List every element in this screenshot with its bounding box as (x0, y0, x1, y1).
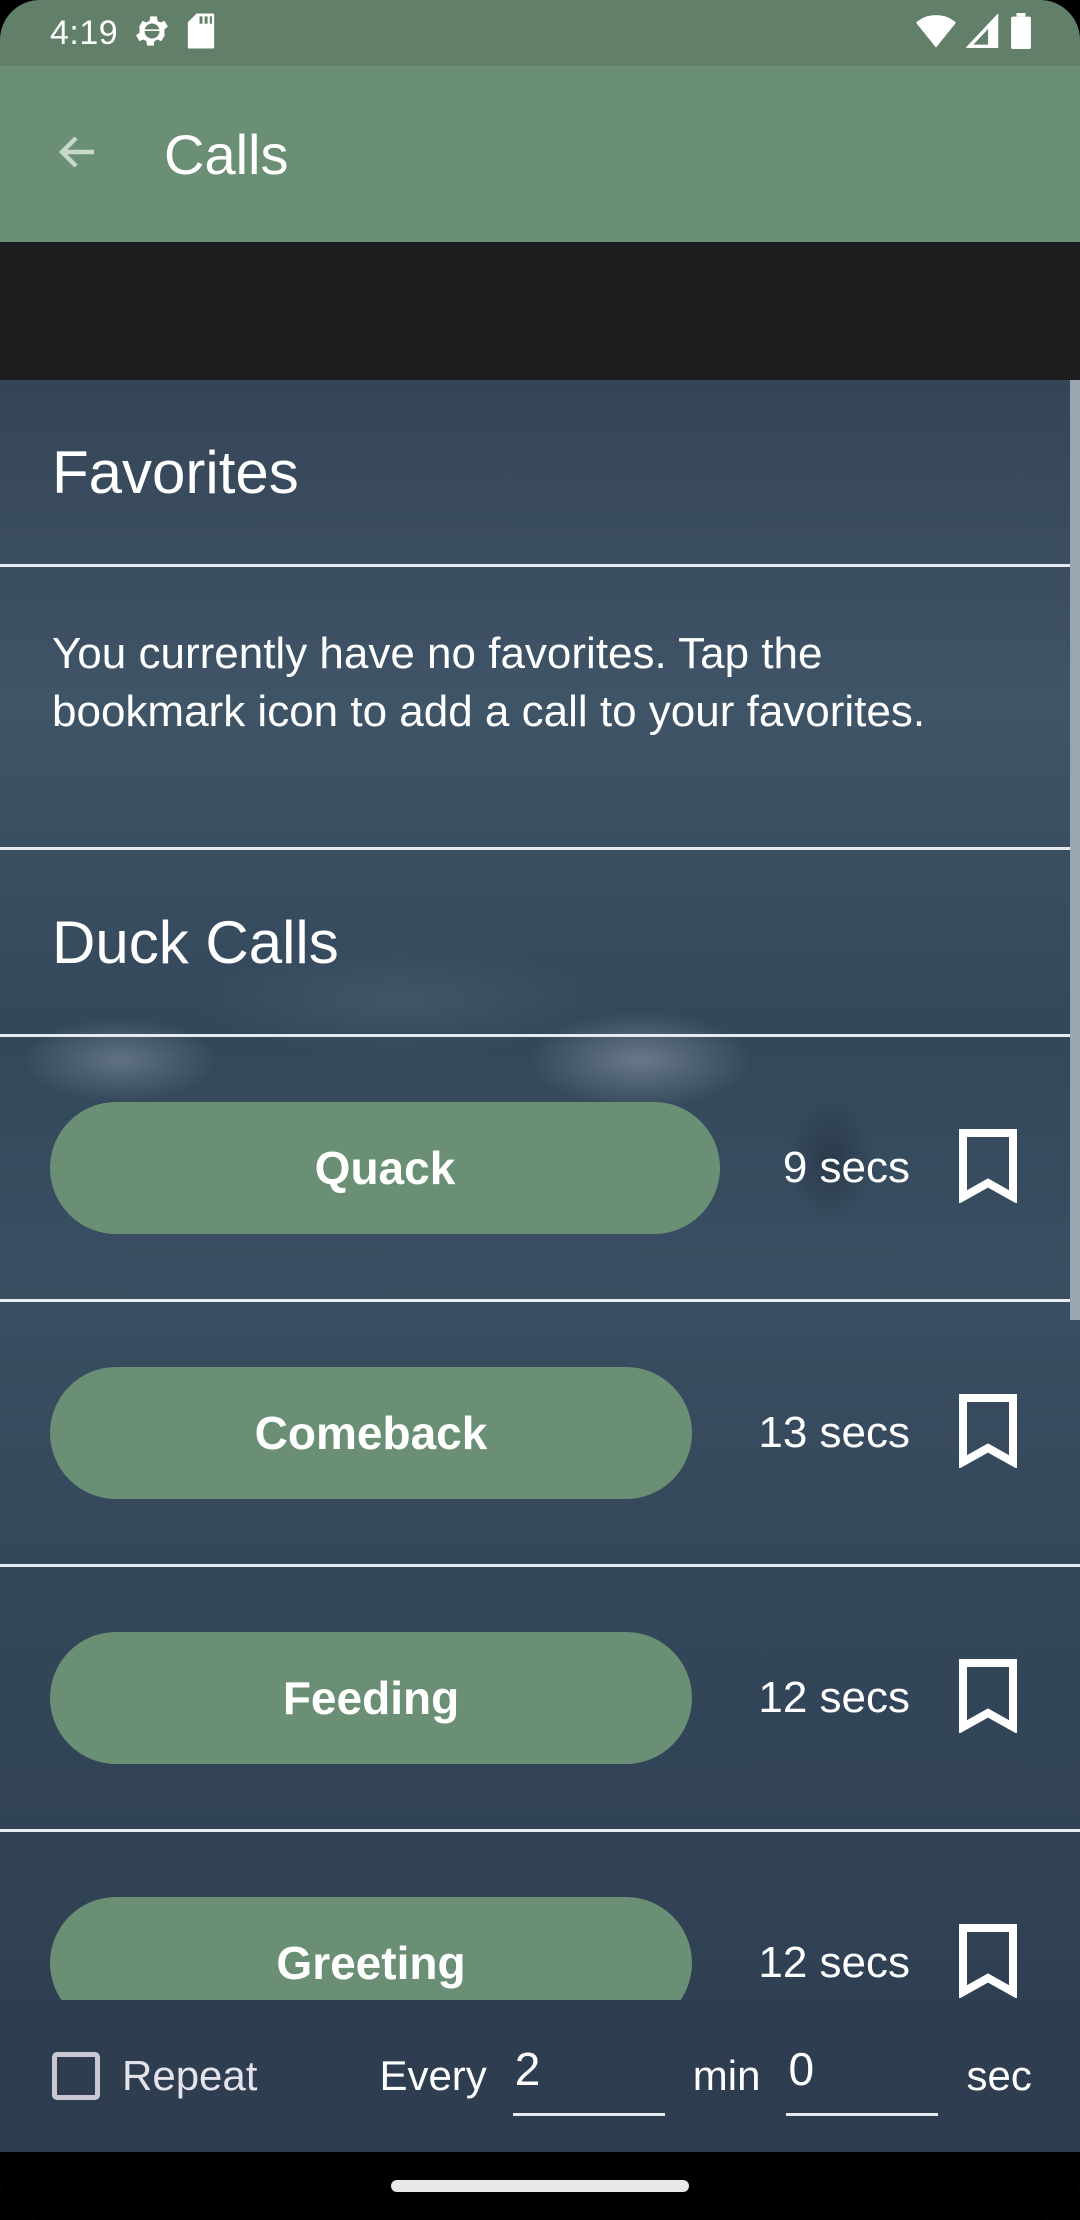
bookmark-button[interactable] (956, 1923, 1020, 2000)
call-row-greeting: Greeting 12 secs (0, 1832, 1080, 2000)
page-title: Calls (164, 122, 289, 186)
battery-icon (1010, 12, 1032, 54)
scrollbar[interactable] (1070, 380, 1080, 1320)
call-duration: 12 secs (758, 1673, 910, 1722)
play-call-button[interactable]: Greeting (50, 1897, 692, 2000)
status-right (916, 12, 1032, 54)
seconds-input[interactable] (786, 2036, 939, 2116)
bookmark-button[interactable] (956, 1658, 1020, 1738)
bookmark-outline-icon (959, 1658, 1017, 1738)
duck-calls-header: Duck Calls (52, 908, 339, 976)
bookmark-button[interactable] (956, 1128, 1020, 1208)
minutes-input[interactable] (512, 2036, 665, 2116)
play-call-button[interactable]: Quack (50, 1102, 720, 1234)
call-duration: 13 secs (758, 1408, 910, 1457)
minutes-unit-label: min (692, 2052, 761, 2099)
bookmark-button[interactable] (956, 1393, 1020, 1473)
navigation-bar (0, 2152, 1080, 2220)
repeat-controls: Repeat Every min sec (0, 2000, 1080, 2152)
header-spacer (0, 242, 1080, 380)
call-duration: 9 secs (782, 1143, 910, 1192)
bookmark-outline-icon (959, 1923, 1017, 2001)
bookmark-outline-icon (959, 1393, 1017, 1473)
back-button[interactable] (42, 118, 114, 190)
play-call-button[interactable]: Feeding (50, 1632, 692, 1764)
home-gesture-handle[interactable] (391, 2180, 689, 2192)
call-row-quack: Quack 9 secs (0, 1037, 1080, 1299)
wifi-icon (916, 14, 956, 53)
status-bar: 4:19 (0, 0, 1080, 66)
calls-list[interactable]: Favorites You currently have no favorite… (0, 380, 1080, 2000)
favorites-header: Favorites (52, 438, 299, 506)
favorites-empty-message: You currently have no favorites. Tap the… (52, 629, 926, 736)
bookmark-outline-icon (959, 1128, 1017, 1208)
cell-signal-icon (965, 12, 1000, 53)
repeat-checkbox[interactable] (52, 2052, 100, 2100)
status-left: 4:19 (50, 11, 216, 56)
settings-gear-icon (132, 11, 172, 56)
call-duration: 12 secs (758, 1938, 910, 1987)
sd-card-icon (186, 12, 216, 55)
call-row-comeback: Comeback 13 secs (0, 1302, 1080, 1564)
play-call-button[interactable]: Comeback (50, 1367, 692, 1499)
screen: 4:19 Calls Favorites You currently have … (0, 0, 1080, 2220)
arrow-back-icon (54, 128, 102, 181)
repeat-label: Repeat (122, 2052, 258, 2099)
call-row-feeding: Feeding 12 secs (0, 1567, 1080, 1829)
every-label: Every (379, 2052, 487, 2099)
app-bar: Calls (0, 66, 1080, 242)
seconds-unit-label: sec (966, 2052, 1032, 2099)
status-time: 4:19 (50, 13, 119, 52)
